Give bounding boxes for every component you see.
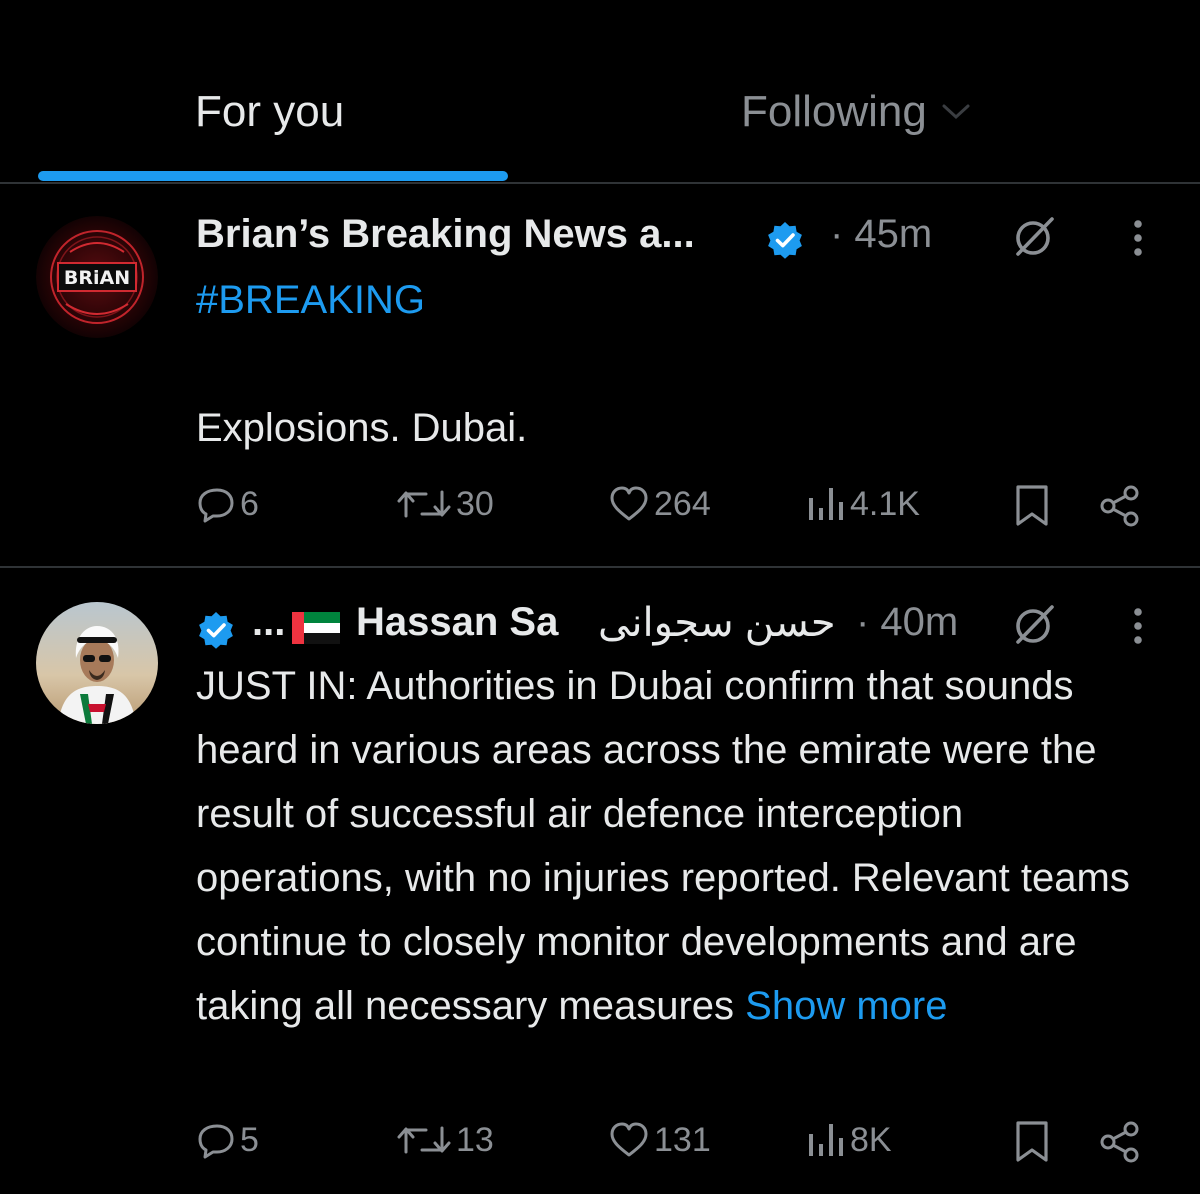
avatar[interactable]: [36, 602, 158, 724]
share-button[interactable]: [1098, 484, 1142, 528]
share-icon: [1100, 1121, 1139, 1163]
avatar-logo-text: BRiAN: [64, 267, 130, 289]
avatar[interactable]: BRiAN: [36, 216, 158, 338]
like-button[interactable]: 264: [608, 484, 711, 524]
repost-button[interactable]: 13: [396, 1120, 494, 1160]
post-text: #BREAKING Explosions. Dubai.: [196, 268, 1171, 460]
analytics-icon: [809, 1124, 843, 1156]
post-text-body: JUST IN: Authorities in Dubai confirm th…: [196, 664, 1130, 1028]
show-more-link[interactable]: Show more: [745, 984, 947, 1028]
like-count: 264: [654, 484, 711, 523]
post-header: Brian’s Breaking News a... · 45m: [196, 208, 1186, 268]
like-button[interactable]: 131: [608, 1120, 711, 1160]
tab-following-label: Following: [741, 87, 927, 136]
repost-count: 13: [456, 1120, 494, 1159]
reply-button[interactable]: 5: [196, 1120, 259, 1160]
post-actions: 6 30 264 4.1K: [196, 484, 1146, 544]
repost-count: 30: [456, 484, 494, 523]
verified-badge-icon: [199, 612, 233, 649]
post-header: ... Hassan Sa حسن سجوانی · 40m: [196, 596, 1186, 656]
tab-following[interactable]: Following: [741, 84, 971, 140]
reply-count: 5: [240, 1120, 259, 1159]
repost-icon: [397, 1126, 451, 1154]
person-avatar-icon: [36, 602, 158, 724]
grok-icon[interactable]: [1010, 600, 1058, 648]
view-count: 4.1K: [850, 484, 920, 523]
post-time[interactable]: · 45m: [830, 212, 932, 257]
brian-logo-icon: BRiAN: [36, 216, 158, 338]
reply-button[interactable]: 6: [196, 484, 259, 524]
repost-icon: [397, 490, 451, 518]
author-name-ellipsis[interactable]: ...: [252, 600, 285, 645]
chevron-down-icon: [942, 104, 970, 120]
grok-icon[interactable]: [1010, 212, 1058, 260]
reply-icon: [198, 1124, 234, 1159]
analytics-icon: [809, 488, 843, 520]
reply-count: 6: [240, 484, 259, 523]
post-text: JUST IN: Authorities in Dubai confirm th…: [196, 654, 1171, 1038]
heart-icon: [610, 486, 648, 521]
author-name[interactable]: Hassan Sa: [356, 600, 558, 645]
reply-icon: [198, 488, 234, 523]
bookmark-button[interactable]: [1014, 1120, 1050, 1164]
more-options-icon[interactable]: [1128, 604, 1148, 648]
views-button[interactable]: 4.1K: [806, 484, 920, 524]
verified-badge-icon: [768, 222, 802, 259]
like-count: 131: [654, 1120, 711, 1159]
bookmark-button[interactable]: [1014, 484, 1050, 528]
uae-flag-icon: [292, 612, 340, 644]
heart-icon: [610, 1122, 648, 1157]
share-icon: [1100, 485, 1139, 527]
more-options-icon[interactable]: [1128, 216, 1148, 260]
author-name[interactable]: Brian’s Breaking News a...: [196, 212, 695, 257]
share-button[interactable]: [1098, 1120, 1142, 1164]
timeline-tabs: For you Following: [0, 0, 1200, 184]
bookmark-icon: [1016, 1121, 1048, 1162]
active-tab-indicator: [38, 171, 508, 181]
post-time[interactable]: · 40m: [856, 600, 958, 645]
post[interactable]: ... Hassan Sa حسن سجوانی · 40m JUST IN: …: [0, 570, 1200, 1194]
views-button[interactable]: 8K: [806, 1120, 892, 1160]
bookmark-icon: [1016, 485, 1048, 526]
repost-button[interactable]: 30: [396, 484, 494, 524]
view-count: 8K: [850, 1120, 892, 1159]
author-name-arabic[interactable]: حسن سجوانی: [598, 600, 836, 646]
post-actions: 5 13 131 8K: [196, 1120, 1146, 1180]
tab-for-you[interactable]: For you: [195, 84, 344, 140]
post-text-body: Explosions. Dubai.: [196, 406, 528, 450]
hashtag-link[interactable]: #BREAKING: [196, 268, 1171, 332]
post[interactable]: BRiAN Brian’s Breaking News a... · 45m #…: [0, 186, 1200, 568]
